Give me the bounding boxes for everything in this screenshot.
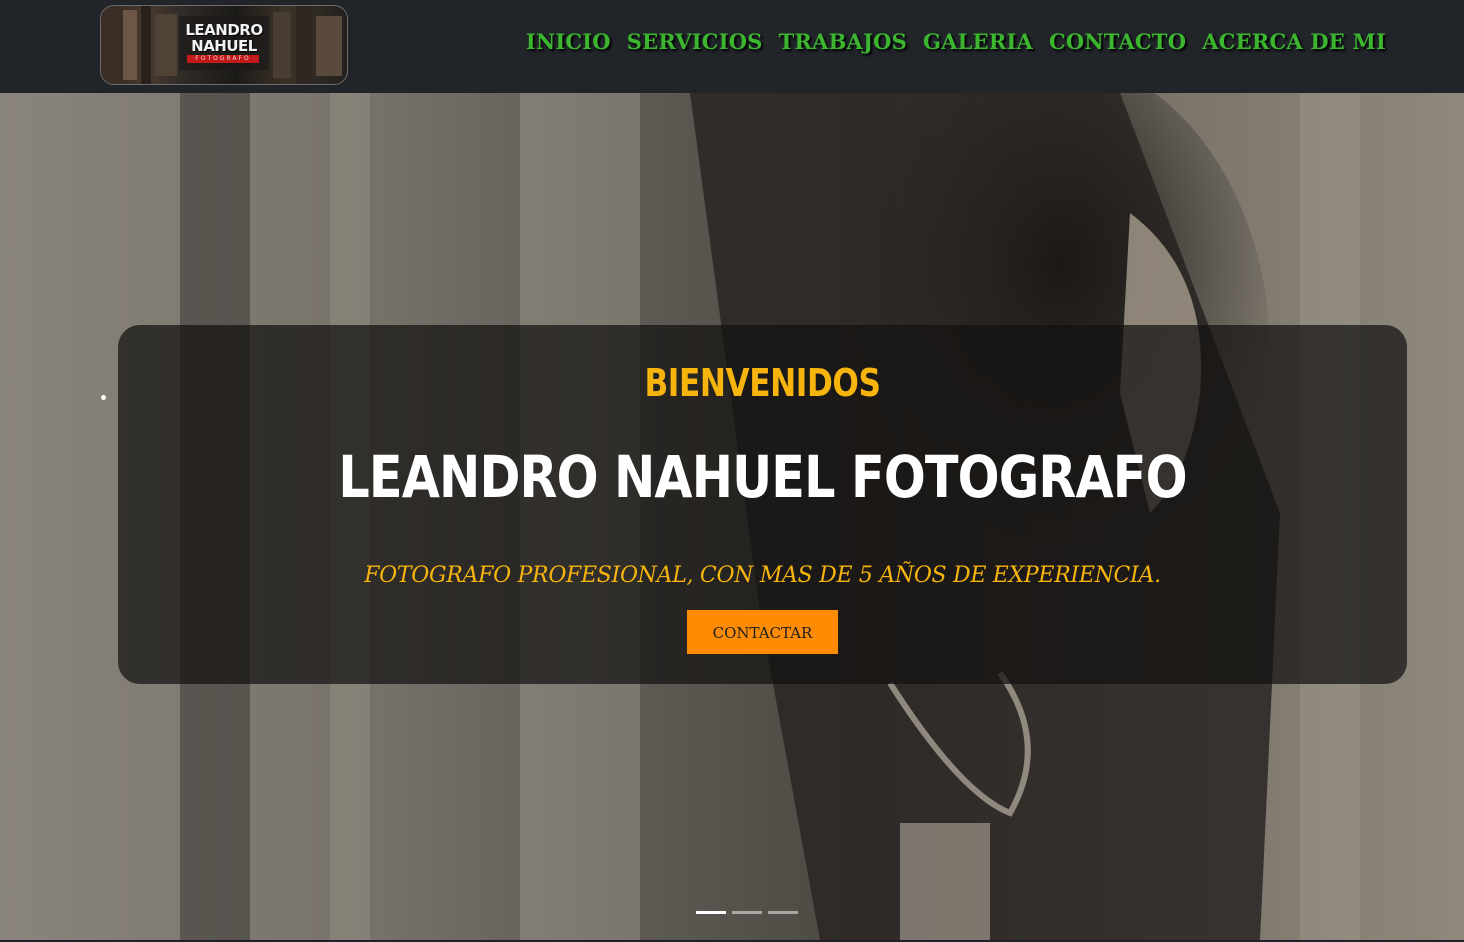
nav-item-contacto[interactable]: CONTACTO (1049, 29, 1186, 54)
nav-item-trabajos[interactable]: TRABAJOS (779, 29, 907, 54)
logo-ribbon: FOTOGRAFO (187, 55, 259, 63)
logo-text: LEANDRO NAHUEL (185, 22, 263, 54)
hero-subtitle: FOTOGRAFO PROFESIONAL, CON MAS DE 5 AÑOS… (364, 563, 1161, 588)
hero-caption: BIENVENIDOS LEANDRO NAHUEL FOTOGRAFO FOT… (118, 325, 1407, 684)
carousel-indicator-1[interactable] (696, 911, 726, 914)
brand-logo[interactable]: LEANDRO NAHUEL FOTOGRAFO (100, 5, 348, 85)
hero-welcome: BIENVENIDOS (644, 361, 881, 405)
carousel-marker-dot (101, 395, 106, 400)
contact-button[interactable]: CONTACTAR (687, 610, 838, 654)
carousel-indicators (696, 911, 798, 914)
hero-title: LEANDRO NAHUEL FOTOGRAFO (338, 443, 1187, 511)
navbar: LEANDRO NAHUEL FOTOGRAFO INICIO SERVICIO… (0, 0, 1464, 93)
nav-item-servicios[interactable]: SERVICIOS (627, 29, 763, 54)
nav-item-acerca-de-mi[interactable]: ACERCA DE MI (1202, 29, 1386, 54)
nav-item-inicio[interactable]: INICIO (526, 29, 611, 54)
hero-carousel: BIENVENIDOS LEANDRO NAHUEL FOTOGRAFO FOT… (0, 93, 1464, 940)
nav-item-galeria[interactable]: GALERIA (923, 29, 1033, 54)
logo-line-1: LEANDRO (185, 21, 263, 39)
logo-line-2: NAHUEL (191, 37, 257, 55)
carousel-indicator-3[interactable] (768, 911, 798, 914)
main-nav: INICIO SERVICIOS TRABAJOS GALERIA CONTAC… (526, 29, 1386, 54)
carousel-indicator-2[interactable] (732, 911, 762, 914)
